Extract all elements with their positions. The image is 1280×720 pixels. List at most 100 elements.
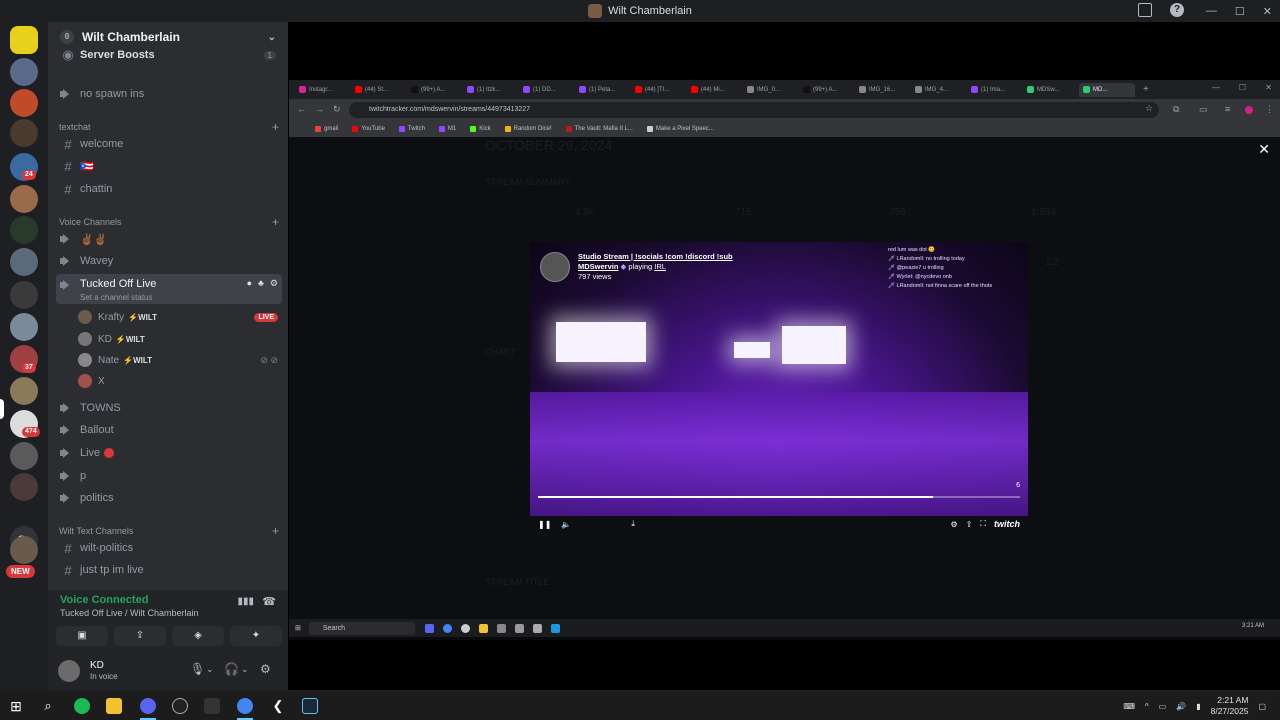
server-icon-1[interactable]	[10, 26, 38, 54]
app-icon[interactable]	[550, 623, 560, 633]
channel-tucked-off-live[interactable]: Tucked Off Live Set a channel status ● ♣…	[56, 274, 282, 304]
disconnect-icon[interactable]: ☎	[262, 595, 276, 608]
server-boosts[interactable]: ◉ Server Boosts 1	[56, 46, 282, 64]
forward-icon[interactable]: →	[315, 104, 324, 114]
video-player[interactable]: Studio Stream | !socials !com !discord !…	[530, 242, 1028, 516]
category-textchat[interactable]: textchat +	[59, 120, 279, 134]
minimize-button[interactable]: —	[1212, 83, 1220, 92]
browser-tab[interactable]: (44) St...	[351, 83, 407, 97]
server-icon-6[interactable]	[10, 185, 38, 213]
game-name[interactable]: IRL	[654, 262, 666, 271]
close-icon[interactable]: ✕	[1258, 141, 1270, 158]
clock[interactable]: 2:21 AM 8/27/2025	[1211, 695, 1249, 717]
browser-tab[interactable]: IMG_0...	[743, 83, 799, 97]
network-icon[interactable]: ▭	[1159, 702, 1167, 711]
maximize-button[interactable]: ☐	[1235, 5, 1245, 18]
gear-icon[interactable]: ⚙	[260, 662, 271, 676]
server-icon-14[interactable]	[10, 442, 38, 470]
server-icon-16[interactable]	[10, 536, 38, 564]
app-icon[interactable]	[172, 698, 188, 714]
browser-tab[interactable]: (1) Itzk...	[463, 83, 519, 97]
channel-just-tp[interactable]: # just tp im live	[56, 559, 282, 581]
browser-tab[interactable]: (99+) A...	[407, 83, 463, 97]
chevron-down-icon[interactable]: ⌄	[206, 664, 214, 675]
headphones-icon[interactable]: 🎧	[224, 662, 239, 676]
discord-icon[interactable]	[140, 698, 156, 714]
voice-user[interactable]: Nate ⚡WILT ⊘ ⊘	[78, 350, 278, 370]
app-icon[interactable]	[514, 623, 524, 633]
gear-icon[interactable]: ⚙	[951, 520, 958, 529]
channel-chattin[interactable]: # chattin	[56, 178, 282, 200]
keyboard-icon[interactable]: ⌨	[1123, 702, 1135, 711]
notification-icon[interactable]: ▢	[1258, 702, 1266, 711]
add-channel-icon[interactable]: +	[272, 215, 279, 229]
windows-icon[interactable]: ⊞	[295, 624, 301, 632]
screen-share-button[interactable]: ⇪	[114, 626, 166, 646]
chrome-icon[interactable]	[442, 623, 452, 633]
app-icon[interactable]	[460, 623, 470, 633]
search-input[interactable]: Search	[308, 621, 415, 635]
browser-tab[interactable]: (1) DD...	[519, 83, 575, 97]
channel-welcome[interactable]: # welcome	[56, 133, 282, 155]
category-voice[interactable]: Voice Channels +	[59, 215, 279, 229]
chrome-icon[interactable]	[237, 698, 253, 714]
url-field[interactable]: twitchtracker.com/mdswervin/streams/4497…	[349, 102, 1159, 118]
bookmark[interactable]: YouTube	[352, 126, 385, 132]
gear-icon[interactable]: ⚙	[270, 278, 278, 289]
streamer-avatar[interactable]	[540, 252, 570, 282]
channel-flag[interactable]: # 🇵🇷	[56, 155, 282, 177]
stream-title[interactable]: Studio Stream | !socials !com !discord !…	[578, 252, 733, 262]
menu-icon[interactable]: ⋮	[1265, 104, 1274, 115]
new-tab-button[interactable]: +	[1143, 84, 1149, 95]
bookmark-star-icon[interactable]: ☆	[1145, 103, 1153, 114]
bookmark[interactable]: gmail	[315, 126, 338, 132]
signal-icon[interactable]: ▮▮▮	[237, 596, 254, 607]
browser-tab[interactable]: IMG_4...	[911, 83, 967, 97]
bookmark[interactable]: Make a Pixel Speec...	[646, 126, 714, 132]
soundboard-button[interactable]: ✦	[230, 626, 282, 646]
battery-icon[interactable]: ▮	[1196, 702, 1200, 711]
profile-avatar[interactable]	[1245, 106, 1253, 114]
server-icon-8[interactable]	[10, 248, 38, 276]
server-icon-7[interactable]	[10, 216, 38, 244]
reload-icon[interactable]: ↻	[333, 104, 341, 115]
channel-status[interactable]: Set a channel status	[80, 293, 156, 302]
browser-tab[interactable]: MDSw...	[1023, 83, 1079, 97]
bookmark[interactable]: Kick	[470, 126, 491, 132]
channel-name[interactable]: MDSwervin	[578, 262, 618, 271]
channel-politics[interactable]: politics	[56, 487, 282, 509]
search-icon[interactable]: ⌕	[40, 698, 56, 714]
close-button[interactable]: ✕	[1263, 5, 1272, 18]
channel-wavey[interactable]: Wavey	[56, 250, 282, 272]
bookmark[interactable]: M1	[438, 126, 456, 132]
volume-icon[interactable]: 🔊	[1176, 702, 1186, 711]
voice-user[interactable]: KD ⚡WILT	[78, 329, 278, 349]
invite-icon[interactable]: ♣	[258, 278, 264, 288]
browser-tab[interactable]: (1) Peta...	[575, 83, 631, 97]
activity-button[interactable]: ◈	[172, 626, 224, 646]
back-icon[interactable]: ←	[297, 104, 306, 114]
browser-tab[interactable]: (44) Mi...	[687, 83, 743, 97]
voice-user[interactable]: X	[78, 371, 278, 391]
pause-icon[interactable]: ❚❚	[538, 520, 551, 529]
folder-icon[interactable]	[478, 623, 488, 633]
inbox-icon[interactable]	[1138, 3, 1152, 17]
server-icon-15[interactable]	[10, 473, 38, 501]
channel-ballout[interactable]: Ballout	[56, 419, 282, 441]
chevron-down-icon[interactable]: ⌄	[241, 664, 249, 675]
minimize-button[interactable]: —	[1206, 5, 1217, 17]
browser-tab[interactable]: IMG_16...	[855, 83, 911, 97]
help-icon[interactable]: ?	[1170, 3, 1184, 17]
discord-icon[interactable]	[424, 623, 434, 633]
fullscreen-icon[interactable]: ⛶	[980, 519, 986, 529]
channel-wilt-politics[interactable]: # wilt-politics	[56, 537, 282, 559]
voice-status[interactable]: Voice Connected	[60, 594, 148, 606]
browser-tab[interactable]: Instagr...	[295, 83, 351, 97]
voice-location[interactable]: Tucked Off Live / Wilt Chamberlain	[60, 608, 199, 618]
server-icon-10[interactable]	[10, 313, 38, 341]
browser-tab[interactable]: (1) Ima...	[967, 83, 1023, 97]
browser-tab[interactable]: (44) [TI...	[631, 83, 687, 97]
twitch-logo[interactable]: twitch	[994, 519, 1020, 529]
category-wilt-text[interactable]: Wilt Text Channels +	[59, 524, 279, 538]
chat-icon[interactable]: ●	[247, 278, 252, 288]
